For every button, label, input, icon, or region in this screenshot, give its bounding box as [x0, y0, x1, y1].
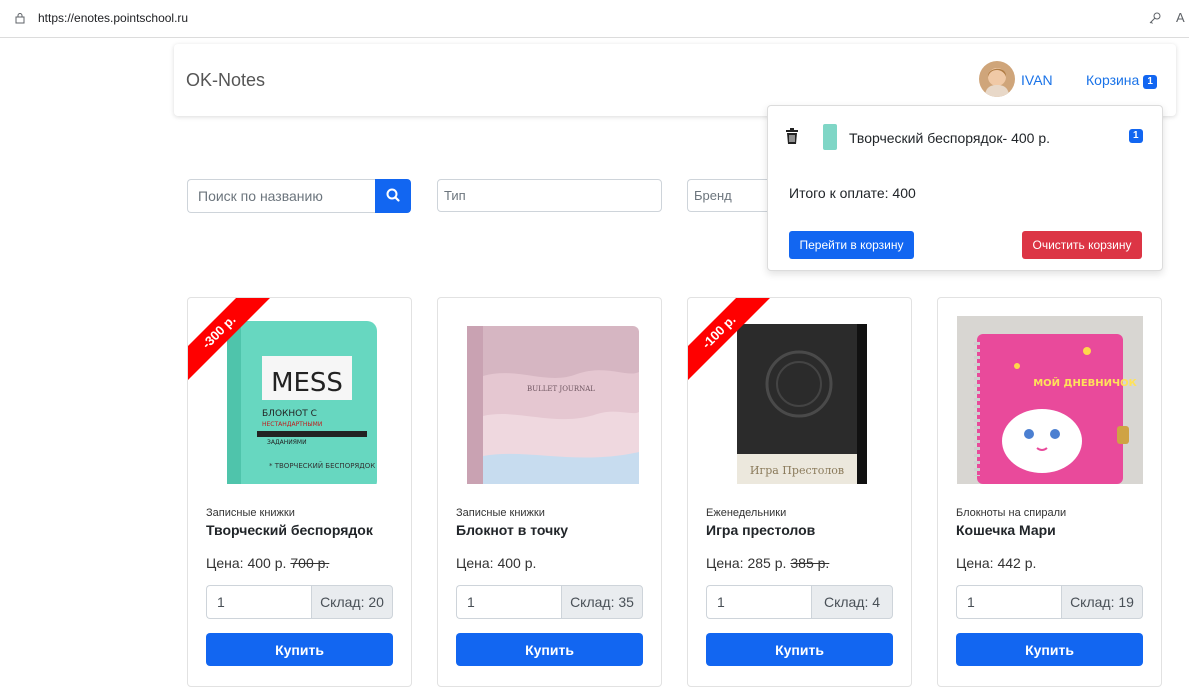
user-avatar[interactable] — [979, 61, 1015, 97]
cart-count-badge: 1 — [1143, 75, 1157, 89]
product-title[interactable]: Игра престолов — [706, 522, 815, 538]
go-to-cart-button[interactable]: Перейти в корзину — [789, 231, 914, 259]
price-current: Цена: 285 р. — [706, 555, 787, 571]
product-image[interactable]: BULLET JOURNAL — [457, 316, 643, 484]
reader-mode-icon[interactable]: A — [1176, 10, 1185, 25]
url-text[interactable]: https://enotes.pointschool.ru — [38, 11, 188, 25]
lock-icon — [15, 13, 25, 24]
cover-mess-line3: ЗАДАНИЯМИ — [267, 439, 307, 446]
cart-link[interactable]: Корзина 1 — [1086, 72, 1157, 89]
cart-total: Итого к оплате: 400 — [789, 185, 916, 201]
product-title[interactable]: Творческий беспорядок — [206, 522, 373, 538]
trash-icon[interactable] — [785, 128, 799, 144]
user-name-link[interactable]: IVAN — [1021, 72, 1053, 88]
cart-item-name: Творческий беспорядок- 400 р. — [849, 130, 1050, 146]
price-current: Цена: 400 р. — [206, 555, 287, 571]
price-current: Цена: 400 р. — [456, 555, 537, 571]
quantity-input[interactable] — [456, 585, 562, 619]
cart-dropdown: Творческий беспорядок- 400 р. 1 Итого к … — [767, 105, 1163, 271]
quantity-input[interactable] — [206, 585, 312, 619]
search-input[interactable] — [187, 179, 377, 213]
type-filter[interactable]: Тип — [437, 179, 662, 212]
product-image[interactable]: Игра Престолов — [707, 316, 893, 484]
cover-bullet-title: BULLET JOURNAL — [527, 385, 595, 393]
product-category: Еженедельники — [706, 507, 787, 519]
product-price: Цена: 400 р. 700 р. — [206, 555, 329, 571]
product-category: Блокноты на спирали — [956, 507, 1067, 519]
stock-label: Склад: 20 — [311, 585, 393, 619]
browser-address-bar: https://enotes.pointschool.ru A — [0, 0, 1189, 38]
cart-item-qty-badge: 1 — [1129, 129, 1143, 143]
search-group — [187, 179, 411, 213]
cover-mess-title: MESS — [271, 368, 343, 398]
key-icon[interactable] — [1148, 11, 1162, 25]
product-category: Записные книжки — [206, 507, 295, 519]
search-icon — [386, 188, 400, 202]
cover-mess-line1: БЛОКНОТ С — [262, 409, 317, 419]
product-price: Цена: 285 р. 385 р. — [706, 555, 829, 571]
product-title[interactable]: Кошечка Мари — [956, 522, 1056, 538]
price-current: Цена: 442 р. — [956, 555, 1037, 571]
quantity-input[interactable] — [706, 585, 812, 619]
product-category: Записные книжки — [456, 507, 545, 519]
cover-got-title: Игра Престолов — [750, 464, 844, 477]
stock-label: Склад: 19 — [1061, 585, 1143, 619]
stock-label: Склад: 35 — [561, 585, 643, 619]
price-old: 700 р. — [290, 555, 330, 571]
cart-item-thumbnail — [823, 124, 837, 150]
product-image[interactable]: МОЙ ДНЕВНИЧОК — [957, 316, 1143, 484]
product-card: МОЙ ДНЕВНИЧОК Блокноты на спирали Кошечк… — [937, 297, 1162, 687]
cover-mess-bottom: * ТВОРЧЕСКИЙ БЕСПОРЯДОК — [269, 461, 375, 470]
product-image[interactable]: MESS БЛОКНОТ С НЕСТАНДАРТНЫМИ ЗАДАНИЯМИ … — [207, 316, 393, 484]
clear-cart-button[interactable]: Очистить корзину — [1022, 231, 1142, 259]
buy-button[interactable]: Купить — [206, 633, 393, 666]
product-price: Цена: 400 р. — [456, 555, 536, 571]
product-title[interactable]: Блокнот в точку — [456, 522, 568, 538]
product-card: BULLET JOURNAL Записные книжки Блокнот в… — [437, 297, 662, 687]
cover-diary-title: МОЙ ДНЕВНИЧОК — [1033, 376, 1137, 389]
product-price: Цена: 442 р. — [956, 555, 1036, 571]
cart-label: Корзина — [1086, 72, 1140, 88]
site-brand[interactable]: OK-Notes — [186, 70, 265, 91]
search-button[interactable] — [375, 179, 411, 213]
cover-mess-line2: НЕСТАНДАРТНЫМИ — [262, 421, 322, 428]
buy-button[interactable]: Купить — [456, 633, 643, 666]
buy-button[interactable]: Купить — [706, 633, 893, 666]
price-old: 385 р. — [790, 555, 830, 571]
product-card: -300 р. MESS БЛОКНОТ С НЕСТАНДАРТНЫМИ ЗА… — [187, 297, 412, 687]
product-card: -100 р. Игра Престолов Еженедельники Игр… — [687, 297, 912, 687]
quantity-input[interactable] — [956, 585, 1062, 619]
stock-label: Склад: 4 — [811, 585, 893, 619]
buy-button[interactable]: Купить — [956, 633, 1143, 666]
